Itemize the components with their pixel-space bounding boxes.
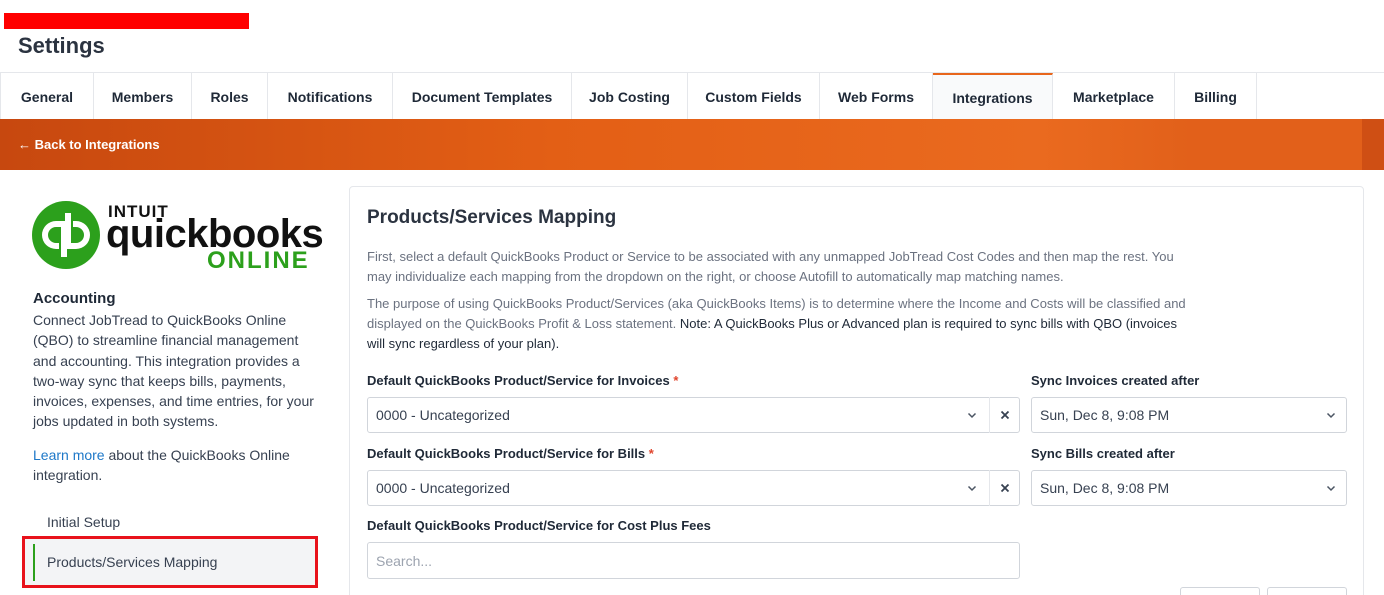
clear-button[interactable] [989,397,1019,433]
invoices-product-select[interactable]: 0000 - Uncategorized [367,397,1020,433]
banner-decoration [1192,119,1364,170]
required-mark: * [673,373,679,388]
invoices-field-label: Default QuickBooks Product/Service for I… [367,373,678,388]
tab-integrations[interactable]: Integrations [933,73,1053,120]
required-mark: * [648,446,654,461]
back-to-integrations-link[interactable]: ← Back to Integrations [18,137,160,152]
integration-info-panel: INTUIT quickbooks ONLINE Accounting Conn… [18,186,338,595]
learn-more-link[interactable]: Learn more [33,447,105,463]
tab-notifications[interactable]: Notifications [268,73,393,120]
bills-product-select[interactable]: 0000 - Uncategorized [367,470,1020,506]
redaction-bar [4,13,249,29]
side-nav-label: Initial Setup [47,514,121,530]
side-nav-initial-setup[interactable]: Initial Setup [22,508,318,536]
tab-custom-fields[interactable]: Custom Fields [688,73,820,120]
tab-marketplace[interactable]: Marketplace [1053,73,1175,120]
sync-invoices-label: Sync Invoices created after [1031,373,1200,388]
select-value: 0000 - Uncategorized [376,407,510,423]
tab-members[interactable]: Members [94,73,192,120]
banner-edge [1362,119,1384,170]
accounting-heading: Accounting [33,290,116,307]
card-title: Products/Services Mapping [367,207,617,228]
sync-bills-label: Sync Bills created after [1031,446,1175,461]
tab-billing[interactable]: Billing [1175,73,1257,120]
chevron-down-icon [1326,485,1336,492]
online-wordmark: ONLINE [207,247,310,274]
bills-field-label: Default QuickBooks Product/Service for B… [367,446,654,461]
quickbooks-icon [32,201,100,269]
chevron-down-icon [1326,412,1336,419]
costplus-search-input[interactable] [376,552,1019,569]
costplus-field-label: Default QuickBooks Product/Service for C… [367,518,711,533]
page-title: Settings [18,33,105,58]
select-value: Sun, Dec 8, 9:08 PM [1040,480,1170,496]
label-text: Default QuickBooks Product/Service for B… [367,446,646,461]
tab-general[interactable]: General [0,73,94,120]
intro-paragraph: First, select a default QuickBooks Produ… [367,249,1174,284]
settings-tabs: General Members Roles Notifications Document… [0,72,1384,120]
select-value: Sun, Dec 8, 9:08 PM [1040,407,1170,423]
accounting-description: Connect JobTread to QuickBooks Online (Q… [33,312,314,430]
action-button-partial[interactable] [1267,587,1347,595]
integration-banner: ← Back to Integrations [0,119,1384,170]
active-indicator [33,544,35,581]
label-text: Default QuickBooks Product/Service for I… [367,373,670,388]
tab-roles[interactable]: Roles [192,73,268,120]
close-icon [1000,483,1009,493]
action-button-partial[interactable] [1180,587,1260,595]
sync-invoices-date-select[interactable]: Sun, Dec 8, 9:08 PM [1031,397,1347,433]
select-value: 0000 - Uncategorized [376,480,510,496]
close-icon [1000,410,1009,420]
chevron-down-icon [967,412,977,419]
clear-button[interactable] [989,470,1019,506]
side-nav-products-mapping[interactable]: Products/Services Mapping [22,536,318,588]
tab-job-costing[interactable]: Job Costing [572,73,688,120]
costplus-search-field[interactable] [367,542,1020,579]
tab-web-forms[interactable]: Web Forms [820,73,933,120]
chevron-down-icon [967,485,977,492]
side-nav-label: Products/Services Mapping [47,554,218,570]
learn-more-text: Learn more about the QuickBooks Online i… [33,445,323,486]
tab-document-templates[interactable]: Document Templates [393,73,572,120]
purpose-paragraph: The purpose of using QuickBooks Product/… [367,294,1187,354]
mapping-card: Products/Services Mapping First, select … [349,186,1364,595]
quickbooks-online-logo: INTUIT quickbooks ONLINE [32,200,324,274]
sync-bills-date-select[interactable]: Sun, Dec 8, 9:08 PM [1031,470,1347,506]
